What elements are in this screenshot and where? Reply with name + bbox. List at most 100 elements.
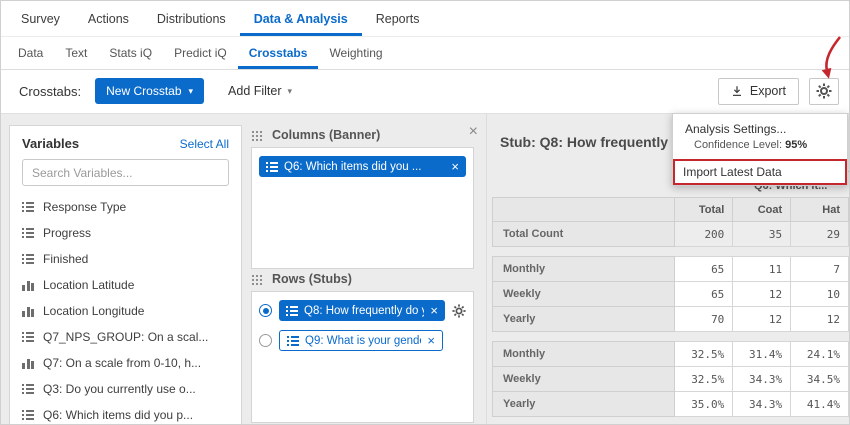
chevron-down-icon: ▾ [288, 87, 293, 96]
cell-value: 70 [675, 307, 733, 332]
cell-value: 34.5% [791, 367, 849, 392]
radio-selected[interactable] [259, 304, 272, 317]
variable-item[interactable]: Q6: Which items did you p... [10, 402, 241, 425]
variable-label: Q3: Do you currently use o... [43, 382, 196, 396]
drag-handle-icon[interactable] [252, 274, 263, 285]
drag-handle-icon[interactable] [252, 130, 263, 141]
cell-value: 32.5% [675, 367, 733, 392]
menu-item-analysis-settings[interactable]: Analysis Settings... [673, 114, 847, 137]
export-label: Export [750, 84, 786, 98]
list-icon [22, 410, 34, 420]
variable-label: Progress [43, 226, 91, 240]
cell-value: 35.0% [675, 392, 733, 417]
table-row: Monthly 65 11 7 [493, 257, 849, 282]
variable-item[interactable]: Q7: On a scale from 0-10, h... [10, 350, 241, 376]
tab-weighting[interactable]: Weighting [318, 37, 393, 69]
tab-text[interactable]: Text [54, 37, 98, 69]
row-label: Weekly [493, 282, 675, 307]
tab-crosstabs[interactable]: Crosstabs [238, 37, 319, 69]
confidence-level-text: Confidence Level: 95% [673, 137, 847, 159]
variable-label: Q6: Which items did you p... [43, 408, 193, 422]
builder-panel: × Columns (Banner) Q6: Which items did y… [242, 114, 486, 424]
bar-chart-icon [22, 280, 34, 291]
list-icon [287, 336, 299, 346]
variable-item[interactable]: Progress [10, 220, 241, 246]
tab-stats-iq[interactable]: Stats iQ [98, 37, 163, 69]
variables-panel: Variables Select All Response Type Progr… [9, 125, 242, 425]
row-label: Yearly [493, 392, 675, 417]
gear-icon[interactable] [452, 304, 466, 318]
variable-label: Location Longitude [43, 304, 144, 318]
settings-gear-button[interactable] [809, 78, 839, 105]
variable-label: Location Latitude [43, 278, 134, 292]
cell-value: 32.5% [675, 342, 733, 367]
add-filter-button[interactable]: Add Filter ▾ [228, 84, 292, 98]
primary-nav: Survey Actions Distributions Data & Anal… [1, 1, 849, 37]
remove-icon[interactable]: × [451, 160, 459, 173]
export-button[interactable]: Export [718, 78, 799, 105]
new-crosstab-button[interactable]: New Crosstab ▾ [95, 78, 204, 104]
variable-item[interactable]: Response Type [10, 194, 241, 220]
rows-dropzone[interactable]: Q8: How frequently do y... × [251, 291, 474, 423]
cell-value: 65 [675, 282, 733, 307]
confidence-value: 95% [785, 139, 807, 151]
stub-row: Q9: What is your gender? × [259, 330, 466, 351]
chip-label: Q6: Which items did you ... [284, 161, 445, 173]
cell-value: 65 [675, 257, 733, 282]
new-crosstab-label: New Crosstab [106, 84, 181, 98]
table-row: Weekly 65 12 10 [493, 282, 849, 307]
variable-item[interactable]: Q7_NPS_GROUP: On a scal... [10, 324, 241, 350]
radio-unselected[interactable] [259, 334, 272, 347]
variable-label: Q7_NPS_GROUP: On a scal... [43, 330, 208, 344]
column-header: Coat [733, 198, 791, 222]
confidence-label: Confidence Level: [694, 139, 782, 151]
tab-predict-iq[interactable]: Predict iQ [163, 37, 238, 69]
nav-distributions[interactable]: Distributions [143, 1, 240, 36]
tab-data[interactable]: Data [7, 37, 54, 69]
nav-reports[interactable]: Reports [362, 1, 434, 36]
chip-label: Q9: What is your gender? [305, 335, 421, 347]
columns-dropzone[interactable]: Q6: Which items did you ... × [251, 147, 474, 269]
row-label: Total Count [493, 222, 675, 247]
bar-chart-icon [22, 358, 34, 369]
settings-menu: Analysis Settings... Confidence Level: 9… [672, 113, 848, 186]
cell-value: 41.4% [791, 392, 849, 417]
cell-value: 7 [791, 257, 849, 282]
secondary-nav: Data Text Stats iQ Predict iQ Crosstabs … [1, 37, 849, 70]
list-icon [22, 228, 34, 238]
table-row: Yearly 70 12 12 [493, 307, 849, 332]
table-row: Total Count 200 35 29 [493, 222, 849, 247]
nav-actions[interactable]: Actions [74, 1, 143, 36]
list-icon [22, 254, 34, 264]
table-row: Weekly 32.5% 34.3% 34.5% [493, 367, 849, 392]
close-icon[interactable]: × [469, 124, 478, 140]
cell-value: 34.3% [733, 392, 791, 417]
columns-banner-title: Columns (Banner) [272, 128, 380, 142]
row-chip-q9[interactable]: Q9: What is your gender? × [279, 330, 443, 351]
variable-item[interactable]: Q3: Do you currently use o... [10, 376, 241, 402]
list-icon [22, 384, 34, 394]
select-all-link[interactable]: Select All [180, 137, 229, 151]
nav-survey[interactable]: Survey [7, 1, 74, 36]
table-row: Monthly 32.5% 31.4% 24.1% [493, 342, 849, 367]
remove-icon[interactable]: × [427, 334, 435, 347]
download-icon [731, 85, 743, 97]
remove-icon[interactable]: × [430, 304, 438, 317]
column-header: Hat [791, 198, 849, 222]
variable-item[interactable]: Finished [10, 246, 241, 272]
stub-row: Q8: How frequently do y... × [259, 300, 466, 321]
app-window: Survey Actions Distributions Data & Anal… [0, 0, 850, 425]
menu-item-import-latest-data[interactable]: Import Latest Data [673, 159, 847, 185]
crosstabs-label: Crosstabs: [19, 84, 81, 99]
variable-item[interactable]: Location Longitude [10, 298, 241, 324]
bar-chart-icon [22, 306, 34, 317]
variable-item[interactable]: Location Latitude [10, 272, 241, 298]
column-chip-q6[interactable]: Q6: Which items did you ... × [259, 156, 466, 177]
search-variables-input[interactable] [22, 159, 229, 186]
row-label: Monthly [493, 257, 675, 282]
cell-value: 12 [733, 307, 791, 332]
variable-label: Response Type [43, 200, 126, 214]
row-chip-q8[interactable]: Q8: How frequently do y... × [279, 300, 445, 321]
nav-data-analysis[interactable]: Data & Analysis [240, 1, 362, 36]
column-header-row: Total Coat Hat [493, 198, 849, 222]
